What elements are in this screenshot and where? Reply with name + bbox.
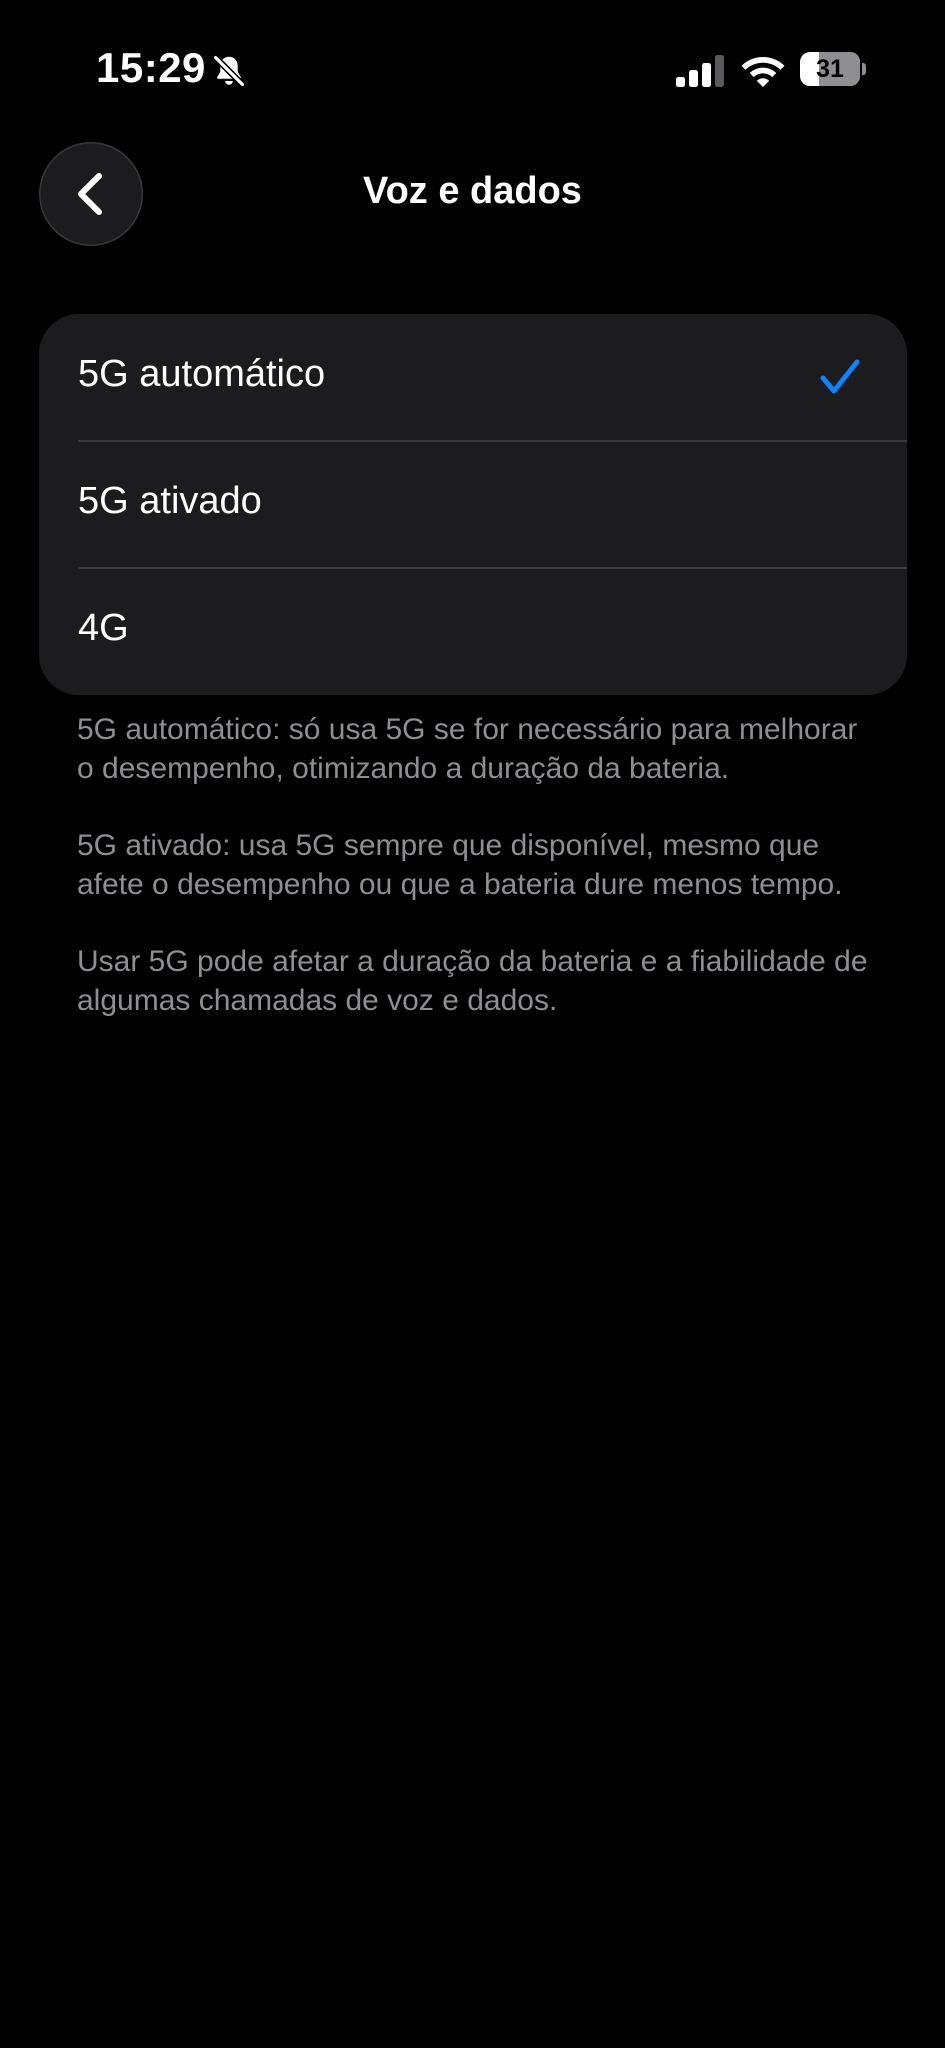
bell-slash-icon [212,54,246,88]
wifi-icon [741,57,785,87]
cellular-signal-icon [676,55,724,87]
footer-notes: 5G automático: só usa 5G se for necessár… [77,710,877,1058]
option-5g-auto[interactable]: 5G automático [39,314,907,440]
battery-body: 31 [800,52,860,86]
checkmark-icon [820,359,860,394]
page-title: Voz e dados [363,170,582,212]
status-time: 15:29 [96,44,206,91]
network-options-group: 5G automático 5G ativado 4G [39,314,907,695]
footer-note-battery: Usar 5G pode afetar a duração da bateria… [77,945,868,1017]
battery-level: 31 [816,55,844,83]
status-bar: 15:29 31 [0,0,945,140]
option-label: 4G [78,607,129,649]
footer-note-5g-on: 5G ativado: usa 5G sempre que disponível… [77,829,843,901]
footer-note-5g-auto: 5G automático: só usa 5G se for necessár… [77,713,858,785]
battery-tip [862,63,866,75]
option-label: 5G automático [78,353,326,395]
option-5g-on[interactable]: 5G ativado [39,441,907,567]
option-4g[interactable]: 4G [39,568,907,694]
battery-icon: 31 [800,52,866,86]
option-label: 5G ativado [78,480,262,522]
